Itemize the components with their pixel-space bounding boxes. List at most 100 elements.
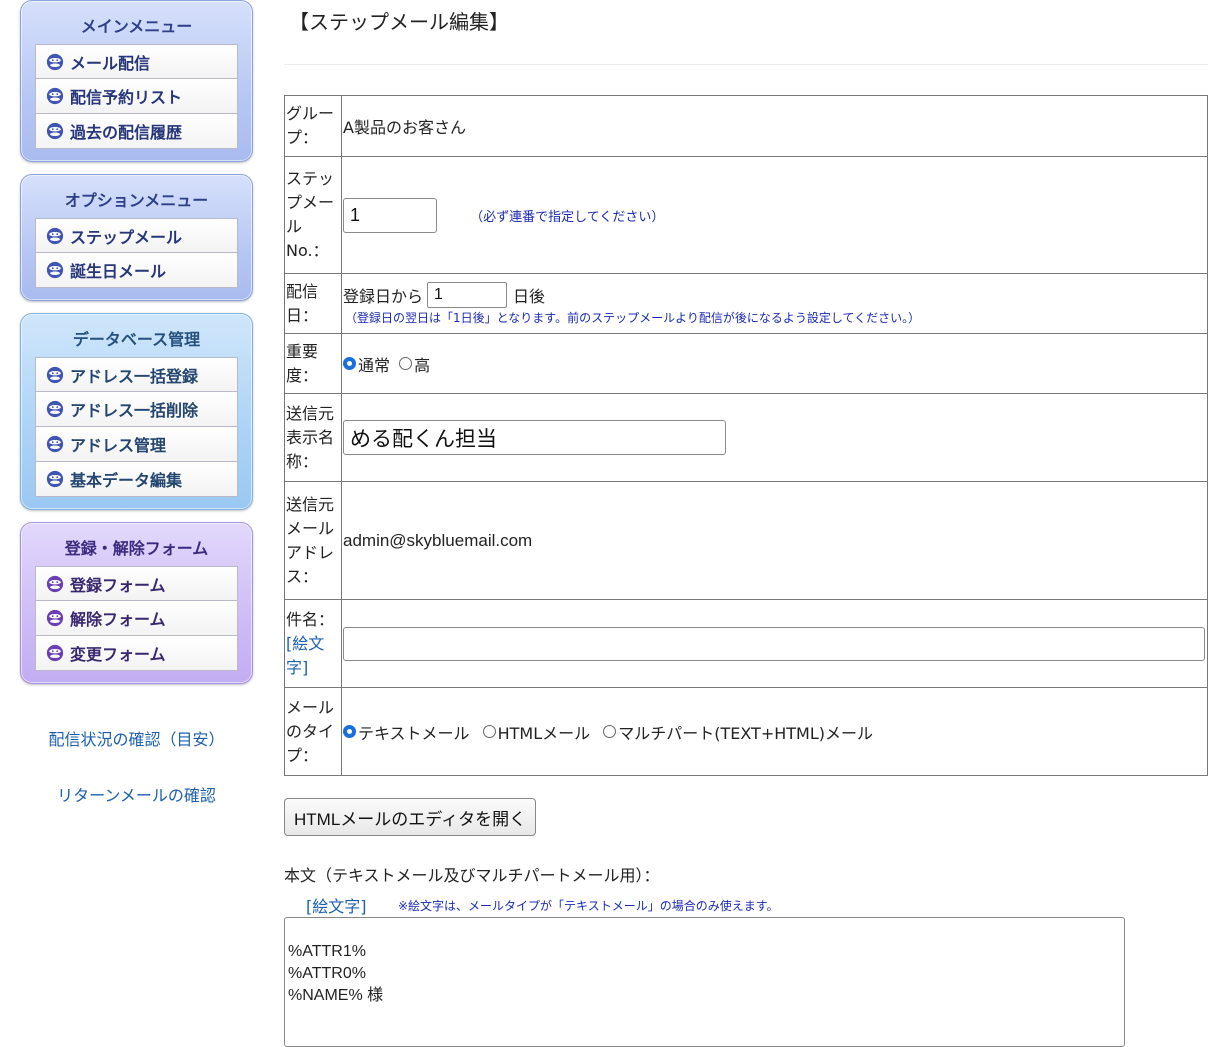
- sender-name-input[interactable]: [343, 420, 726, 455]
- menu-item-history[interactable]: 過去の配信履歴: [35, 114, 238, 149]
- menu-item-register-form[interactable]: 登録フォーム: [35, 566, 238, 601]
- body-emoji-note: ※絵文字は、メールタイプが「テキストメール」の場合のみ使えます。: [398, 899, 779, 913]
- step-no-input[interactable]: [343, 197, 437, 233]
- form-row-mail-type: メールのタイプ： テキストメール HTMLメール マルチパート(TEXT+HTM…: [284, 687, 1208, 776]
- body-textarea[interactable]: %ATTR1% %ATTR0% %NAME% 様: [284, 917, 1125, 1047]
- menu-item-label: 解除フォーム: [70, 610, 166, 629]
- step-mail-form: グループ： A製品のお客さん ステップメールNo.： （必ず連番で指定してくださ…: [284, 95, 1208, 776]
- menu-item-change-form[interactable]: 変更フォーム: [35, 636, 238, 671]
- database-menu-title: データベース管理: [72, 330, 201, 349]
- form-menu: 登録・解除フォーム 登録フォーム 解除フォーム 変更フォーム: [20, 522, 253, 684]
- main-menu-title: メインメニュー: [80, 17, 193, 36]
- menu-item-mail-send[interactable]: メール配信: [35, 44, 238, 79]
- menu-item-label: アドレス管理: [70, 436, 167, 455]
- priority-normal-radio[interactable]: 通常: [343, 352, 390, 376]
- form-menu-items: 登録フォーム 解除フォーム 変更フォーム: [35, 566, 238, 671]
- face-icon: [46, 609, 64, 627]
- group-label: グループ：: [284, 95, 342, 157]
- form-menu-title: 登録・解除フォーム: [64, 539, 209, 558]
- priority-normal-label: 通常: [358, 355, 391, 375]
- menu-item-step-mail[interactable]: ステップメール: [35, 218, 238, 253]
- radio-unselected-icon: [399, 357, 413, 370]
- face-icon: [46, 227, 64, 245]
- option-menu: オプションメニュー ステップメール 誕生日メール: [20, 174, 253, 301]
- form-row-delivery-day: 配信日： 登録日から 日後 （登録日の翌日は「1日後」となります。前のステップメ…: [284, 273, 1208, 334]
- form-row-group: グループ： A製品のお客さん: [284, 95, 1208, 157]
- open-html-editor-button[interactable]: HTMLメールのエディタを開く: [284, 798, 537, 836]
- menu-item-label: 配信予約リスト: [70, 88, 183, 107]
- face-icon: [46, 122, 64, 140]
- delivery-day-suffix: 日後: [513, 287, 546, 306]
- mail-type-text-radio[interactable]: テキストメール: [343, 720, 470, 744]
- menu-item-label: 誕生日メール: [70, 262, 167, 281]
- menu-item-label: 基本データ編集: [70, 471, 183, 490]
- menu-item-unsubscribe-form[interactable]: 解除フォーム: [35, 601, 238, 636]
- sender-address-label: 送信元メールアドレス：: [284, 481, 342, 600]
- menu-item-label: 過去の配信履歴: [70, 123, 183, 142]
- main-menu-items: メール配信 配信予約リスト 過去の配信履歴: [35, 44, 238, 149]
- face-icon: [46, 366, 64, 384]
- menu-item-label: ステップメール: [70, 227, 183, 247]
- priority-high-radio[interactable]: 高: [399, 352, 430, 376]
- priority-label: 重要度：: [284, 333, 342, 394]
- radio-unselected-icon: [482, 725, 496, 738]
- body-emoji-link[interactable]: [絵文字]: [306, 893, 367, 917]
- priority-high-label: 高: [414, 355, 431, 375]
- face-icon: [46, 644, 64, 662]
- menu-item-reservation-list[interactable]: 配信予約リスト: [35, 79, 238, 114]
- page-title: 【ステップメール編集】: [289, 10, 509, 34]
- menu-item-birthday-mail[interactable]: 誕生日メール: [35, 253, 238, 288]
- form-row-sender-address: 送信元メールアドレス： admin@skybluemail.com: [284, 481, 1208, 600]
- menu-item-label: アドレス一括登録: [70, 366, 199, 386]
- face-icon: [46, 261, 64, 279]
- sidebar: メインメニュー メール配信 配信予約リスト 過去の配信履歴 オプションメニュー …: [20, 0, 253, 806]
- database-menu: データベース管理 アドレス一括登録 アドレス一括削除 アドレス管理 基本データ編…: [20, 313, 253, 510]
- mail-type-multipart-radio[interactable]: マルチパート(TEXT+HTML)メール: [603, 720, 873, 744]
- menu-item-label: 登録フォーム: [70, 575, 166, 595]
- face-icon: [46, 470, 64, 488]
- face-icon: [46, 575, 64, 593]
- sender-address-value: admin@skybluemail.com: [341, 481, 1208, 600]
- mail-type-label: メールのタイプ：: [284, 687, 342, 776]
- sender-name-label: 送信元表示名称：: [284, 393, 342, 482]
- face-icon: [46, 87, 64, 105]
- body-label: 本文（テキストメール及びマルチパートメール用）：: [284, 866, 660, 885]
- mail-type-html-label: HTMLメール: [497, 723, 591, 743]
- delivery-day-input[interactable]: [427, 282, 508, 308]
- step-no-note: （必ず連番で指定してください）: [470, 209, 665, 225]
- delivery-status-link[interactable]: 配信状況の確認（目安）: [20, 726, 253, 750]
- database-menu-items: アドレス一括登録 アドレス一括削除 アドレス管理 基本データ編集: [35, 357, 238, 497]
- radio-selected-icon: [343, 725, 356, 738]
- menu-item-bulk-register[interactable]: アドレス一括登録: [35, 357, 238, 392]
- face-icon: [46, 53, 64, 71]
- delivery-day-label: 配信日：: [284, 273, 342, 334]
- group-value: A製品のお客さん: [341, 95, 1208, 157]
- main-menu: メインメニュー メール配信 配信予約リスト 過去の配信履歴: [20, 0, 253, 162]
- delivery-day-prefix: 登録日から: [343, 287, 424, 306]
- radio-unselected-icon: [603, 725, 617, 738]
- mail-type-html-radio[interactable]: HTMLメール: [482, 720, 591, 744]
- form-row-priority: 重要度： 通常 高: [284, 333, 1208, 394]
- title-divider: [284, 64, 1208, 65]
- subject-emoji-link[interactable]: [絵文字]: [286, 634, 324, 677]
- menu-item-label: 変更フォーム: [70, 645, 166, 664]
- form-row-step-no: ステップメールNo.： （必ず連番で指定してください）: [284, 156, 1208, 274]
- subject-input[interactable]: [343, 626, 1205, 661]
- option-menu-title: オプションメニュー: [64, 191, 209, 210]
- menu-item-basic-data[interactable]: 基本データ編集: [35, 462, 238, 497]
- menu-item-address-manage[interactable]: アドレス管理: [35, 427, 238, 462]
- menu-item-label: メール配信: [70, 53, 151, 73]
- option-menu-items: ステップメール 誕生日メール: [35, 218, 238, 288]
- form-row-subject: 件名： [絵文字]: [284, 599, 1208, 688]
- radio-selected-icon: [343, 357, 356, 370]
- menu-item-label: アドレス一括削除: [70, 401, 199, 420]
- return-mail-link[interactable]: リターンメールの確認: [20, 782, 253, 806]
- face-icon: [46, 400, 64, 418]
- mail-type-text-label: テキストメール: [358, 723, 470, 743]
- face-icon: [46, 435, 64, 453]
- menu-item-bulk-delete[interactable]: アドレス一括削除: [35, 392, 238, 427]
- subject-label: 件名：: [286, 609, 335, 629]
- form-row-sender-name: 送信元表示名称：: [284, 393, 1208, 482]
- step-no-label: ステップメールNo.：: [284, 156, 342, 274]
- mail-type-multipart-label: マルチパート(TEXT+HTML)メール: [618, 723, 874, 743]
